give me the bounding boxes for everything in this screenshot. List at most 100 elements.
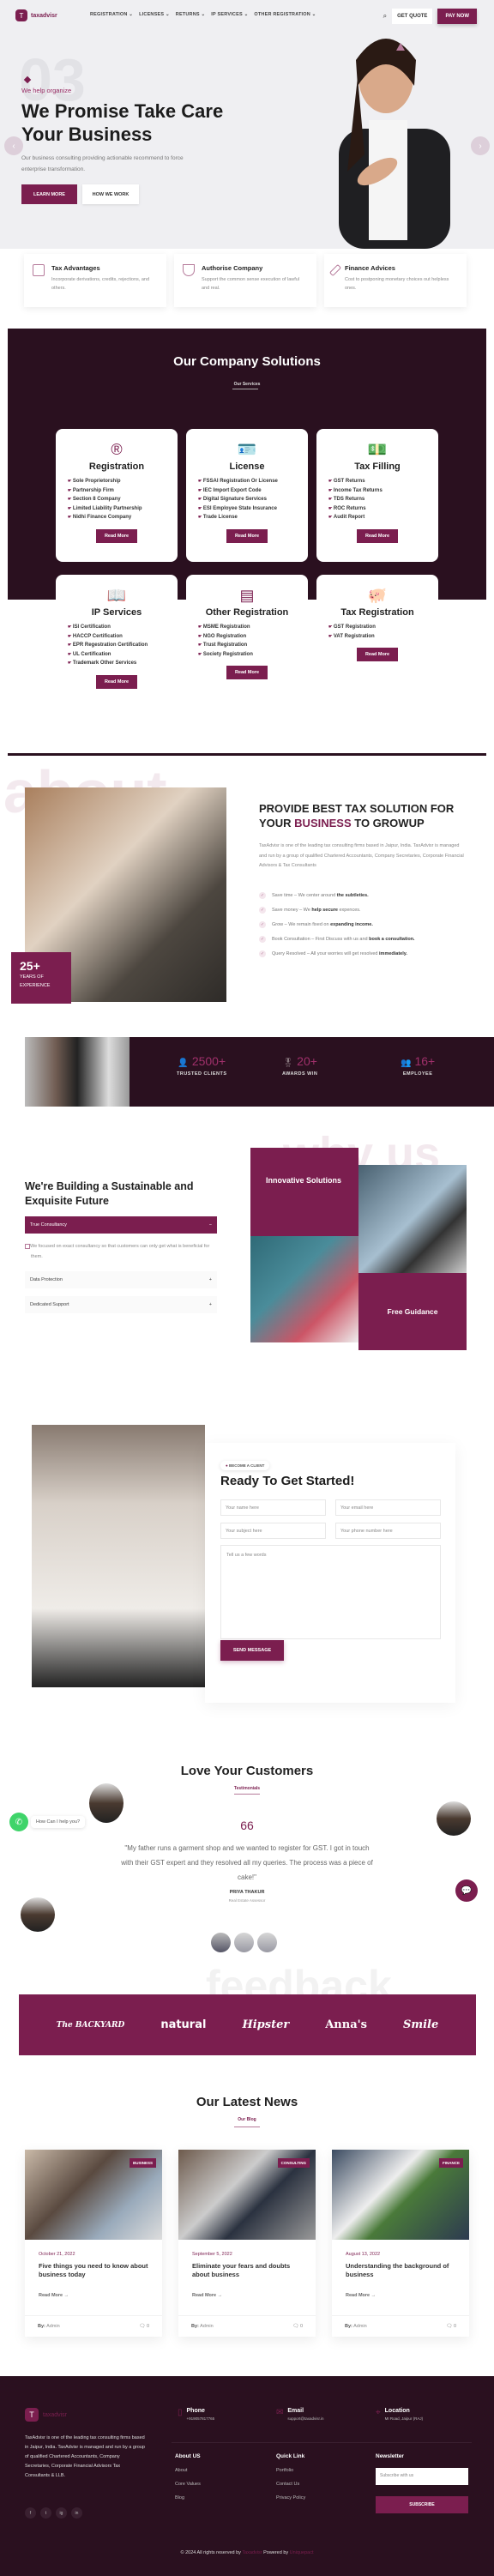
menu-item-registration[interactable]: REGISTRATION ⌄ — [90, 12, 133, 17]
read-more-button[interactable]: Read More — [95, 528, 138, 543]
triangle-shape — [396, 43, 405, 51]
read-more-button[interactable]: Read More — [95, 674, 138, 689]
facebook-icon[interactable]: f — [25, 2507, 36, 2519]
service-item[interactable]: VAT Registration — [328, 634, 438, 639]
service-item[interactable]: GST Registration — [328, 624, 438, 630]
service-item[interactable]: TDS Returns — [328, 497, 438, 502]
learn-more-button[interactable]: LEARN MORE — [21, 184, 77, 204]
instagram-icon[interactable]: ig — [56, 2507, 67, 2519]
brand-logo: Hipster — [242, 2018, 290, 2031]
plus-icon: + — [208, 1277, 212, 1282]
blog-post-card[interactable]: BUSINESS October 21, 2022 Five things yo… — [25, 2150, 162, 2337]
footer-link[interactable]: Core Values — [175, 2482, 201, 2487]
service-item[interactable]: Trademark Other Services — [68, 661, 178, 666]
footer-link[interactable]: About — [175, 2468, 201, 2473]
post-category[interactable]: FINANCE — [439, 2158, 463, 2168]
post-title[interactable]: Five things you need to know about busin… — [39, 2262, 150, 2279]
service-item[interactable]: Trade License — [198, 515, 308, 520]
menu-item-returns[interactable]: RETURNS ⌄ — [176, 12, 206, 17]
divider — [172, 2442, 472, 2443]
testimonial-thumb[interactable] — [234, 1933, 254, 1952]
search-icon[interactable]: ⌕ — [383, 12, 387, 21]
service-item[interactable]: Digital Signature Services — [198, 497, 308, 502]
accordion-true-consultancy[interactable]: True Consultancy − — [25, 1216, 217, 1234]
email-input[interactable]: Your email here — [335, 1499, 441, 1516]
service-item[interactable]: Sole Proprietorship — [68, 479, 178, 484]
service-item[interactable]: Trust Registration — [198, 642, 308, 648]
service-card-ip-services: 📖 IP Services ISI Certification HACCP Ce… — [56, 575, 178, 708]
hero-section: T taxadvisr REGISTRATION ⌄ LICENSES ⌄ RE… — [0, 0, 494, 249]
service-item[interactable]: Limited Liability Partnership — [68, 506, 178, 511]
service-item[interactable]: MSME Registration — [198, 624, 308, 630]
post-title[interactable]: Eliminate your fears and doubts about bu… — [192, 2262, 304, 2279]
pay-now-button[interactable]: PAY NOW — [437, 9, 477, 24]
footer-link[interactable]: Contact Us — [276, 2482, 305, 2487]
read-more-button[interactable]: Read More — [226, 528, 268, 543]
menu-item-licenses[interactable]: LICENSES ⌄ — [139, 12, 170, 17]
testimonial-thumb[interactable] — [211, 1933, 231, 1952]
subscribe-button[interactable]: SUBSCRIBE — [376, 2496, 468, 2513]
blog-post-card[interactable]: FINANCE August 13, 2022 Understanding th… — [332, 2150, 469, 2337]
service-item[interactable]: ESI Employee State Insurance — [198, 506, 308, 511]
logo[interactable]: T taxadvisr — [15, 9, 57, 21]
message-textarea[interactable]: Tell us a few words — [220, 1545, 441, 1639]
footer-logo[interactable]: Ttaxadvisr — [25, 2408, 67, 2422]
accordion-dedicated-support[interactable]: Dedicated Support + — [25, 1296, 217, 1313]
phone-input[interactable]: Your phone number here — [335, 1523, 441, 1539]
main-menu: REGISTRATION ⌄ LICENSES ⌄ RETURNS ⌄ IP S… — [90, 12, 316, 17]
desk-computer-image — [358, 1165, 467, 1273]
service-item[interactable]: Audit Report — [328, 515, 438, 520]
service-item[interactable]: EPR Regestration Certification — [68, 642, 178, 648]
next-slide-button[interactable]: › — [471, 136, 490, 155]
menu-item-ip-services[interactable]: IP SERVICES ⌄ — [211, 12, 248, 17]
name-input[interactable]: Your name here — [220, 1499, 326, 1516]
footer-link[interactable]: Privacy Policy — [276, 2495, 305, 2501]
service-item[interactable]: Income Tax Returns — [328, 488, 438, 493]
service-item[interactable]: Partnership Firm — [68, 488, 178, 493]
logo-icon: T — [15, 9, 27, 21]
whatsapp-icon[interactable]: ✆ — [9, 1813, 28, 1831]
blog-post-card[interactable]: CONSULTING September 5, 2022 Eliminate y… — [178, 2150, 316, 2337]
divider — [8, 753, 486, 756]
footer-link[interactable]: Blog — [175, 2495, 201, 2501]
testimonial-thumb[interactable] — [257, 1933, 277, 1952]
brand-logo: Smile — [402, 2018, 439, 2031]
service-item[interactable]: FSSAI Registration Or License — [198, 479, 308, 484]
read-more-button[interactable]: Read More — [356, 528, 399, 543]
service-item[interactable]: ISI Certification — [68, 624, 178, 630]
read-more-link[interactable]: Read More → — [346, 2293, 376, 2298]
twitter-icon[interactable]: t — [40, 2507, 51, 2519]
menu-item-other-registration[interactable]: OTHER REGISTRATION ⌄ — [254, 12, 316, 17]
chat-widget-icon[interactable]: 💬 — [455, 1879, 478, 1902]
subject-input[interactable]: Your subject here — [220, 1523, 326, 1539]
how-we-work-button[interactable]: HOW WE WORK — [82, 184, 139, 204]
read-more-link[interactable]: Read More → — [192, 2293, 222, 2298]
prev-slide-button[interactable]: ‹ — [4, 136, 23, 155]
linkedin-icon[interactable]: in — [71, 2507, 82, 2519]
footer-newsletter: Newsletter Subscribe with us SUBSCRIBE — [376, 2453, 468, 2513]
service-item[interactable]: GST Returns — [328, 479, 438, 484]
about-paragraph: TaxAdvisr is one of the leading tax cons… — [259, 843, 464, 868]
read-more-button[interactable]: Read More — [356, 648, 399, 661]
check-icon: ✓ — [259, 936, 266, 943]
subscribe-input[interactable]: Subscribe with us — [376, 2468, 468, 2485]
service-item[interactable]: Nidhi Finance Company — [68, 515, 178, 520]
pencil-icon — [328, 263, 342, 277]
footer-link[interactable]: Portfolio — [276, 2468, 305, 2473]
service-item[interactable]: NGO Registration — [198, 634, 308, 639]
service-item[interactable]: HACCP Certification — [68, 634, 178, 639]
post-category[interactable]: BUSINESS — [129, 2158, 156, 2168]
post-category[interactable]: CONSULTING — [277, 2158, 310, 2168]
service-item[interactable]: Society Registration — [198, 652, 308, 657]
hero-title: We Promise Take Care Your Business — [21, 100, 224, 145]
accordion-data-protection[interactable]: Data Protection + — [25, 1271, 217, 1288]
post-title[interactable]: Understanding the background of business — [346, 2262, 457, 2279]
service-item[interactable]: ROC Returns — [328, 506, 438, 511]
service-item[interactable]: Section 8 Company — [68, 497, 178, 502]
service-item[interactable]: UL Certification — [68, 652, 178, 657]
service-item[interactable]: IEC Import Export Code — [198, 488, 308, 493]
send-message-button[interactable]: SEND MESSAGE — [220, 1640, 284, 1661]
read-more-link[interactable]: Read More → — [39, 2293, 69, 2298]
read-more-button[interactable]: Read More — [226, 666, 268, 679]
get-quote-button[interactable]: GET QUOTE — [392, 9, 433, 24]
